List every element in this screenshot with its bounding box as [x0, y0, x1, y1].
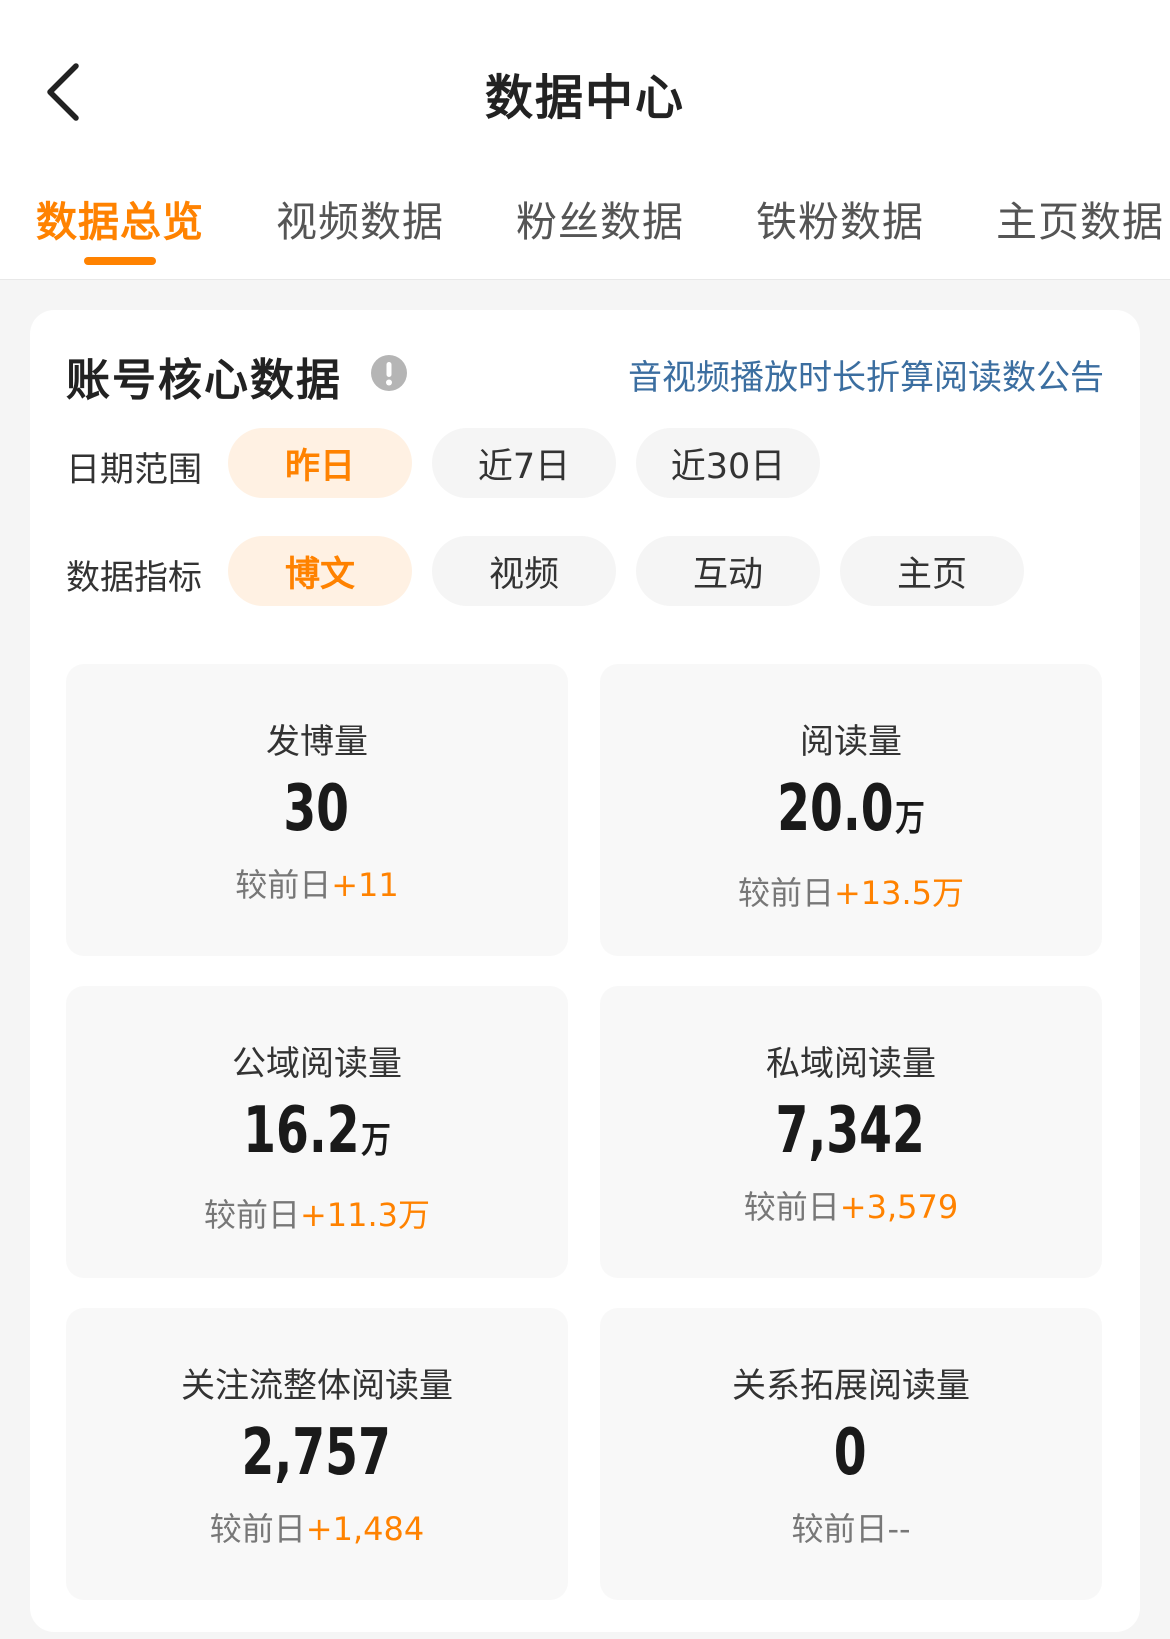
stat-delta: +11 [331, 866, 399, 904]
stat-private-read-count[interactable]: 私域阅读量 7,342 较前日+3,579 [600, 986, 1102, 1278]
tab-homepage-data[interactable]: 主页数据 [996, 188, 1164, 248]
tab-bar: 数据总览 视频数据 粉丝数据 铁粉数据 主页数据 [0, 160, 1170, 280]
stat-compare: 较前日+11 [235, 866, 399, 904]
stat-delta: +1,484 [305, 1510, 425, 1548]
stat-post-count[interactable]: 发博量 30 较前日+11 [66, 664, 568, 956]
stat-value: 30 [283, 772, 350, 846]
metric-chip-homepage[interactable]: 主页 [840, 536, 1024, 606]
stat-delta: -- [887, 1510, 911, 1548]
stat-delta: +11.3万 [299, 1196, 431, 1234]
stat-compare: 较前日-- [791, 1510, 911, 1548]
date-chip-yesterday[interactable]: 昨日 [228, 428, 412, 498]
stat-relation-expansion-read-count[interactable]: 关系拓展阅读量 0 较前日-- [600, 1308, 1102, 1600]
metric-chip-interaction[interactable]: 互动 [636, 536, 820, 606]
tab-fans-data[interactable]: 粉丝数据 [516, 188, 684, 248]
metric-chip-video[interactable]: 视频 [432, 536, 616, 606]
notice-link[interactable]: 音视频播放时长折算阅读数公告 [628, 350, 1104, 399]
metric-label: 数据指标 [66, 558, 202, 598]
stat-value: 7,342 [775, 1094, 925, 1168]
stat-label: 公域阅读量 [232, 1044, 402, 1084]
stat-value: 16.2万 [243, 1094, 391, 1168]
stat-read-count[interactable]: 阅读量 20.0万 较前日+13.5万 [600, 664, 1102, 956]
date-chip-30-days[interactable]: 近30日 [636, 428, 820, 498]
tab-iron-fans-data[interactable]: 铁粉数据 [756, 188, 924, 248]
stat-label: 阅读量 [800, 722, 902, 762]
stat-value: 2,757 [241, 1416, 391, 1490]
stat-value: 0 [833, 1416, 867, 1490]
stat-compare: 较前日+13.5万 [737, 874, 965, 912]
stat-compare: 较前日+3,579 [743, 1188, 959, 1226]
core-data-card: 账号核心数据 音视频播放时长折算阅读数公告 日期范围 昨日 近7日 近30日 数… [30, 310, 1140, 1632]
stat-compare: 较前日+11.3万 [203, 1196, 431, 1234]
stat-public-read-count[interactable]: 公域阅读量 16.2万 较前日+11.3万 [66, 986, 568, 1278]
stat-follow-feed-read-count[interactable]: 关注流整体阅读量 2,757 较前日+1,484 [66, 1308, 568, 1600]
stat-delta: +3,579 [839, 1188, 959, 1226]
metric-chip-posts[interactable]: 博文 [228, 536, 412, 606]
stat-delta: +13.5万 [833, 874, 965, 912]
tab-video-data[interactable]: 视频数据 [276, 188, 444, 248]
section-title: 账号核心数据 [66, 355, 342, 406]
stat-label: 发博量 [266, 722, 368, 762]
info-icon[interactable] [370, 354, 408, 392]
active-tab-indicator [84, 257, 156, 265]
stat-value: 20.0万 [777, 772, 925, 846]
page-title: 数据中心 [484, 70, 685, 126]
tab-overview[interactable]: 数据总览 [36, 188, 204, 248]
top-bar: 数据中心 [0, 0, 1170, 160]
stat-label: 关注流整体阅读量 [181, 1366, 453, 1406]
date-range-label: 日期范围 [66, 450, 202, 490]
stat-label: 私域阅读量 [766, 1044, 936, 1084]
stat-label: 关系拓展阅读量 [732, 1366, 970, 1406]
stat-compare: 较前日+1,484 [209, 1510, 425, 1548]
date-chip-7-days[interactable]: 近7日 [432, 428, 616, 498]
